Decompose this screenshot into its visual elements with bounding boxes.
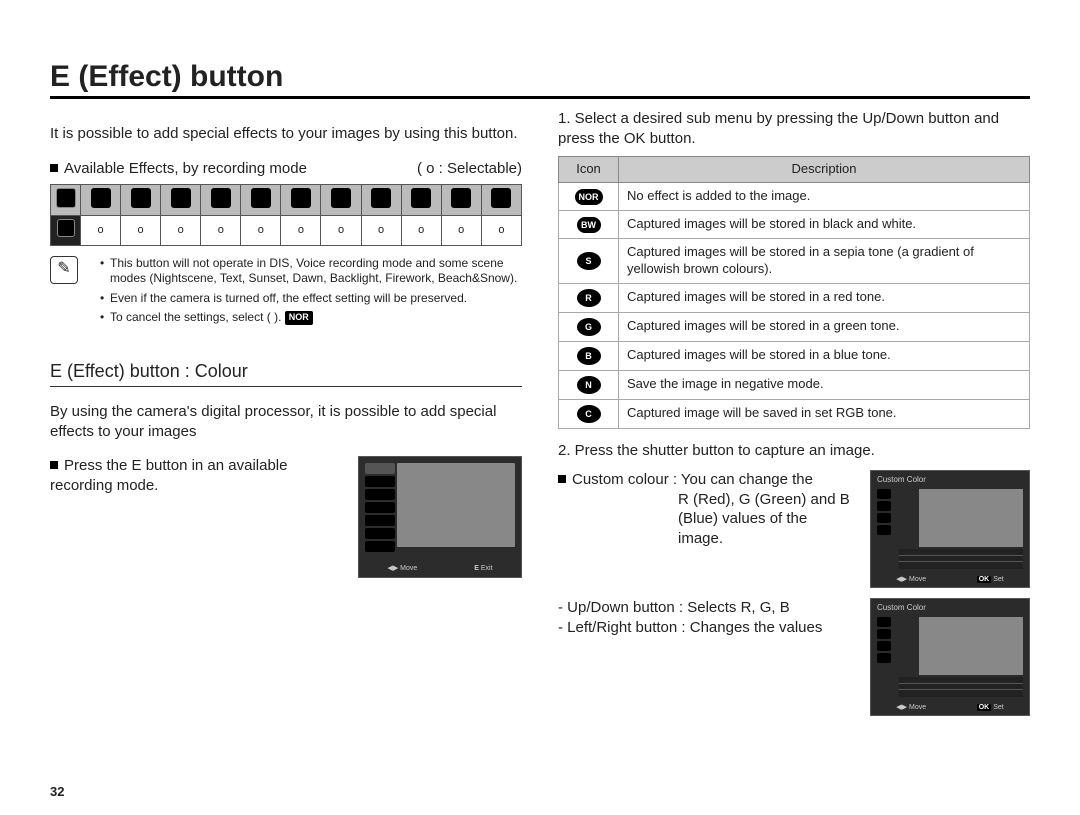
intro-text: It is possible to add special effects to… bbox=[50, 124, 522, 144]
mode-cell: o bbox=[161, 216, 201, 245]
table-row: RCaptured images will be stored in a red… bbox=[559, 283, 1030, 312]
mode-icon bbox=[251, 188, 271, 208]
colour-subheading: E (Effect) button : Colour bbox=[50, 360, 522, 387]
effect-icon-custom: C bbox=[577, 405, 601, 423]
palette-icon bbox=[56, 188, 76, 208]
effects-table: Icon Description NORNo effect is added t… bbox=[558, 156, 1030, 429]
effect-icon-nor: NOR bbox=[575, 189, 603, 205]
th-desc: Description bbox=[619, 157, 1030, 183]
mode-icon bbox=[91, 188, 111, 208]
effect-icon-red: R bbox=[577, 289, 601, 307]
preview-photo bbox=[397, 463, 515, 547]
page-title: E (Effect) button bbox=[50, 60, 1030, 99]
nor-icon: NOR bbox=[285, 311, 313, 325]
note-item: To cancel the settings, select ( ). NOR bbox=[100, 310, 522, 326]
mode-icon bbox=[491, 188, 511, 208]
effect-icon-negative: N bbox=[577, 376, 601, 394]
notes-list: This button will not operate in DIS, Voi… bbox=[88, 256, 522, 330]
mode-cell: o bbox=[361, 216, 401, 245]
press-e-label: Press the E button in an available recor… bbox=[50, 456, 338, 578]
effect-icon-bw: BW bbox=[577, 217, 601, 233]
mode-icon bbox=[171, 188, 191, 208]
custom-color-screenshot-2: Custom Color ◀▶ MoveOK Set bbox=[870, 598, 1030, 716]
step-2: 2. Press the shutter button to capture a… bbox=[558, 441, 1030, 461]
colour-intro: By using the camera's digital processor,… bbox=[50, 402, 522, 441]
mode-icon bbox=[131, 188, 151, 208]
mode-icon bbox=[211, 188, 231, 208]
step-1: 1. Select a desired sub menu by pressing… bbox=[558, 109, 1030, 148]
color-menu-screenshot: COLOR ◀▶ Move E Exit bbox=[358, 456, 522, 578]
effect-icon-blue: B bbox=[577, 347, 601, 365]
page-number: 32 bbox=[50, 784, 64, 799]
mode-table: o o o o o o o o o o o bbox=[50, 184, 522, 246]
th-icon: Icon bbox=[559, 157, 619, 183]
preview-photo bbox=[919, 489, 1023, 547]
table-row: SCaptured images will be stored in a sep… bbox=[559, 238, 1030, 283]
note-item: Even if the camera is turned off, the ef… bbox=[100, 291, 522, 307]
left-column: It is possible to add special effects to… bbox=[50, 109, 522, 726]
nav-help-line: - Left/Right button : Changes the values bbox=[558, 618, 852, 638]
effect-row-icon bbox=[57, 219, 75, 237]
note-icon bbox=[50, 256, 78, 284]
mode-cell: o bbox=[81, 216, 121, 245]
mode-icon bbox=[331, 188, 351, 208]
mode-cell: o bbox=[201, 216, 241, 245]
effect-icon-green: G bbox=[577, 318, 601, 336]
mode-cell: o bbox=[481, 216, 521, 245]
nav-help-line: - Up/Down button : Selects R, G, B bbox=[558, 598, 852, 618]
table-row: BWCaptured images will be stored in blac… bbox=[559, 210, 1030, 238]
note-item: This button will not operate in DIS, Voi… bbox=[100, 256, 522, 287]
preview-photo bbox=[919, 617, 1023, 675]
effect-icon-sepia: S bbox=[577, 252, 601, 270]
mode-cell: o bbox=[281, 216, 321, 245]
available-effects-label: Available Effects, by recording mode bbox=[50, 159, 307, 179]
custom-colour-label: Custom colour : You can change the bbox=[572, 471, 813, 488]
mode-icon bbox=[371, 188, 391, 208]
custom-color-screenshot-1: Custom Color ◀▶ MoveOK Set bbox=[870, 470, 1030, 588]
mode-cell: o bbox=[321, 216, 361, 245]
table-row: NORNo effect is added to the image. bbox=[559, 182, 1030, 210]
mode-icon bbox=[411, 188, 431, 208]
mode-cell: o bbox=[241, 216, 281, 245]
mode-icon bbox=[451, 188, 471, 208]
mode-icon bbox=[291, 188, 311, 208]
table-row: CCaptured image will be saved in set RGB… bbox=[559, 399, 1030, 428]
table-row: GCaptured images will be stored in a gre… bbox=[559, 312, 1030, 341]
table-row: NSave the image in negative mode. bbox=[559, 370, 1030, 399]
right-column: 1. Select a desired sub menu by pressing… bbox=[558, 109, 1030, 726]
table-row: BCaptured images will be stored in a blu… bbox=[559, 341, 1030, 370]
mode-cell: o bbox=[121, 216, 161, 245]
mode-cell: o bbox=[441, 216, 481, 245]
selectable-legend: ( o : Selectable) bbox=[417, 159, 522, 179]
mode-cell: o bbox=[401, 216, 441, 245]
custom-colour-label-2: R (Red), G (Green) and B (Blue) values o… bbox=[678, 490, 852, 549]
